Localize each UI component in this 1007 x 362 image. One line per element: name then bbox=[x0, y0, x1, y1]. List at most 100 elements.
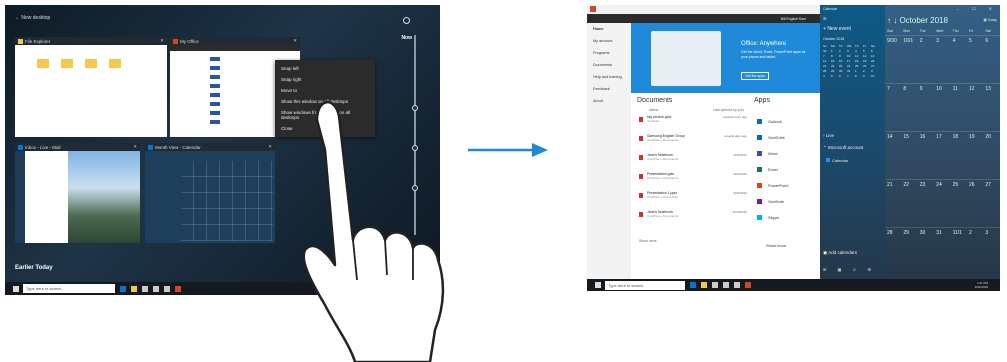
calendar-day-cell[interactable]: 16 bbox=[917, 131, 935, 179]
calendar-icon[interactable] bbox=[734, 282, 740, 288]
mail-icon[interactable] bbox=[153, 285, 159, 292]
calendar-day-cell[interactable]: 11 bbox=[950, 83, 967, 131]
menu-item-snap-left[interactable]: Snap left bbox=[275, 63, 375, 74]
mini-day[interactable]: 8 bbox=[855, 74, 863, 79]
nav-item-programs[interactable]: Programs bbox=[587, 47, 631, 59]
close-icon[interactable]: ✕ bbox=[160, 38, 164, 44]
apps-show-more[interactable]: Show more bbox=[766, 243, 786, 248]
taskbar-search-input[interactable]: Type here to search bbox=[23, 284, 115, 293]
calendar-day-cell[interactable]: 25 bbox=[950, 179, 967, 227]
taskbar-search-input[interactable]: Type here to search bbox=[605, 280, 685, 290]
calendar-day-cell[interactable]: 9/30 bbox=[885, 35, 902, 83]
calendar-day-cell[interactable]: 3 bbox=[934, 35, 951, 83]
nav-item-help[interactable]: Help and training bbox=[587, 71, 631, 83]
document-row[interactable]: Samsung English Group OneDrive » Documen… bbox=[637, 134, 747, 153]
document-row[interactable]: Jane's Notebook OneDrive » Documents 11/… bbox=[637, 210, 747, 229]
system-clock[interactable]: 4:11 PM 10/4/2018 bbox=[975, 281, 988, 289]
close-icon[interactable]: ✕ bbox=[268, 144, 272, 150]
app-item-skype[interactable]: Skype bbox=[757, 209, 817, 225]
nav-item-my-account[interactable]: My account bbox=[587, 35, 631, 47]
calendar-day-cell[interactable]: 30 bbox=[917, 227, 935, 275]
mini-day[interactable]: 4 bbox=[823, 74, 831, 79]
calendar-day-cell[interactable]: 6 bbox=[983, 35, 1000, 83]
nav-item-feedback[interactable]: Feedback bbox=[587, 83, 631, 95]
microsoft-account[interactable]: ⌃ Microsoft account bbox=[823, 145, 863, 151]
search-icon[interactable] bbox=[403, 17, 410, 24]
calendar-day-cell[interactable]: 3 bbox=[983, 227, 1000, 275]
calendar-day-cell[interactable]: 15 bbox=[901, 131, 918, 179]
mini-day[interactable]: 7 bbox=[847, 74, 855, 79]
nav-item-documents[interactable]: Documents bbox=[587, 59, 631, 71]
documents-show-more[interactable]: Show more bbox=[639, 239, 657, 243]
calendar-bottom-icons[interactable]: ✉ ▦ ☺ ⚙ bbox=[823, 267, 876, 272]
calendar-day-cell[interactable]: 22 bbox=[901, 179, 918, 227]
store-icon[interactable] bbox=[142, 285, 148, 292]
calendar-day-cell[interactable]: 12 bbox=[966, 83, 984, 131]
calendar-day-cell[interactable]: 21 bbox=[885, 179, 902, 227]
live-account[interactable]: › Live bbox=[823, 133, 834, 138]
calendar-day-cell[interactable]: 7 bbox=[885, 83, 902, 131]
calendar-day-cell[interactable]: 18 bbox=[950, 131, 967, 179]
add-calendars-button[interactable]: ▣ Add calendars bbox=[823, 250, 857, 256]
mini-day[interactable]: 9 bbox=[863, 74, 871, 79]
calendar-day-cell[interactable]: 24 bbox=[934, 179, 951, 227]
start-icon[interactable] bbox=[13, 285, 19, 292]
document-row[interactable]: Jane's Notebook OneDrive » Documents 3/1… bbox=[637, 153, 747, 172]
calendar-day-cell[interactable]: 29 bbox=[901, 227, 918, 275]
window-controls[interactable]: – ☐ ✕ bbox=[957, 6, 998, 11]
new-desktop-button[interactable]: ← New desktop bbox=[15, 15, 50, 21]
calendar-day-cell[interactable]: 28 bbox=[885, 227, 902, 275]
office-icon[interactable] bbox=[745, 282, 751, 288]
calendar-day-cell[interactable]: 9 bbox=[917, 83, 935, 131]
document-row[interactable]: Presentation.pptx OneDrive » Documents 9… bbox=[637, 172, 747, 191]
window-thumb-file-explorer[interactable]: File Explorer ✕ bbox=[15, 37, 167, 137]
get-apps-button[interactable]: Get the apps bbox=[741, 72, 769, 80]
calendar-day-cell[interactable]: 13 bbox=[983, 83, 1000, 131]
calendar-day-cell[interactable]: 19 bbox=[966, 131, 984, 179]
app-item-outlook[interactable]: Outlook bbox=[757, 113, 817, 129]
mini-day[interactable]: 10 bbox=[871, 74, 879, 79]
calendar-day-cell[interactable]: 27 bbox=[983, 179, 1000, 227]
calendar-day-cell[interactable]: 2 bbox=[966, 227, 984, 275]
store-icon[interactable] bbox=[712, 282, 718, 288]
calendar-day-cell[interactable]: 31 bbox=[934, 227, 951, 275]
window-thumb-calendar[interactable]: Month View - Calendar ✕ bbox=[145, 143, 275, 243]
calendar-day-cell[interactable]: 26 bbox=[966, 179, 984, 227]
calendar-day-cell[interactable]: 10 bbox=[934, 83, 951, 131]
mini-month-label[interactable]: October 2018 bbox=[820, 34, 885, 44]
start-icon[interactable] bbox=[595, 282, 601, 288]
app-item-excel[interactable]: Excel bbox=[757, 161, 817, 177]
office-user-bar[interactable]: Bill English Sam bbox=[587, 14, 820, 23]
nav-item-about[interactable]: About bbox=[587, 95, 631, 107]
calendar-day-cell[interactable]: 11/1 bbox=[950, 227, 967, 275]
folder-icon[interactable] bbox=[131, 285, 137, 292]
calendar-checkbox-item[interactable]: Calendar bbox=[826, 158, 848, 163]
document-row[interactable]: Presentation 1.pptx OneDrive » Documents… bbox=[637, 191, 747, 210]
edge-icon[interactable] bbox=[690, 282, 696, 288]
hamburger-icon[interactable]: ☰ bbox=[820, 13, 885, 24]
today-button[interactable]: ▦ Today bbox=[983, 18, 997, 22]
calendar-day-cell[interactable]: 10/1 bbox=[901, 35, 918, 83]
mail-icon[interactable] bbox=[723, 282, 729, 288]
app-item-onenote[interactable]: OneNote bbox=[757, 193, 817, 209]
app-item-word[interactable]: Word bbox=[757, 145, 817, 161]
close-icon[interactable]: ✕ bbox=[133, 144, 137, 150]
calendar-day-cell[interactable]: 2 bbox=[917, 35, 935, 83]
calendar-day-cell[interactable]: 14 bbox=[885, 131, 902, 179]
calendar-day-cell[interactable]: 23 bbox=[917, 179, 935, 227]
app-item-onedrive[interactable]: OneDrive bbox=[757, 129, 817, 145]
document-row[interactable]: sky photos.pptx OneDrive several hours a… bbox=[637, 115, 747, 134]
menu-item-snap-right[interactable]: Snap right bbox=[275, 74, 375, 85]
calendar-day-cell[interactable]: 20 bbox=[983, 131, 1000, 179]
folder-icon[interactable] bbox=[701, 282, 707, 288]
window-thumb-mail[interactable]: Inbox - Live - Mail ✕ bbox=[15, 143, 140, 243]
new-event-button[interactable]: + New event bbox=[820, 24, 885, 34]
calendar-icon[interactable] bbox=[164, 285, 170, 292]
calendar-day-cell[interactable]: 8 bbox=[901, 83, 918, 131]
mini-day[interactable]: 6 bbox=[839, 74, 847, 79]
office-icon[interactable] bbox=[175, 285, 181, 292]
mini-day[interactable]: 5 bbox=[831, 74, 839, 79]
close-icon[interactable]: ✕ bbox=[293, 38, 297, 44]
checkbox-icon[interactable] bbox=[826, 158, 830, 162]
calendar-day-cell[interactable]: 17 bbox=[934, 131, 951, 179]
